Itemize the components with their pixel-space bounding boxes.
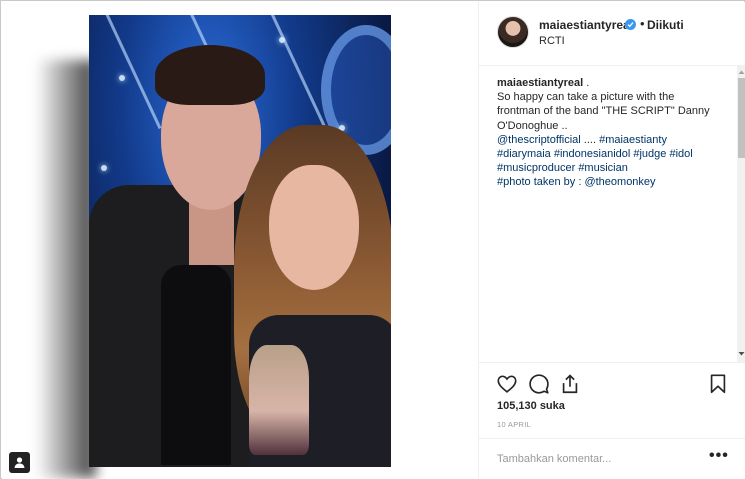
- stage-dot: [279, 37, 285, 43]
- likes-count[interactable]: 105,130 suka: [497, 400, 565, 412]
- caption-username[interactable]: maiaestiantyreal: [497, 77, 583, 89]
- post-dialog: maiaestiantyreal • Diikuti RCTI maiaesti…: [0, 0, 745, 479]
- person-woman-face: [269, 165, 359, 290]
- comment-input[interactable]: [497, 451, 687, 467]
- caption-credit-prefix[interactable]: #photo taken by :: [497, 176, 584, 188]
- post-caption: maiaestiantyreal . So happy can take a p…: [497, 76, 727, 190]
- caption-text: So happy can take a picture with the: [497, 91, 675, 104]
- stage-light: [99, 15, 162, 130]
- comment-icon[interactable]: [528, 373, 550, 395]
- comments-scrollbar[interactable]: [737, 66, 745, 362]
- verified-badge-icon: [625, 19, 636, 30]
- post-date[interactable]: 10 APRIL: [497, 420, 531, 429]
- heart-icon[interactable]: [496, 373, 518, 395]
- caption-first-line: maiaestiantyreal .: [497, 76, 727, 90]
- follow-separator: •: [640, 16, 645, 31]
- photo-area: [2, 2, 478, 479]
- stage-dot: [119, 75, 125, 81]
- hashtag-link[interactable]: #maiaestianty: [599, 134, 667, 146]
- post-header: maiaestiantyreal • Diikuti RCTI: [479, 2, 745, 66]
- caption-mentions-line: @thescriptofficial .... #maiaestianty: [497, 133, 727, 147]
- caption-text: .: [583, 77, 590, 89]
- post-photo[interactable]: [89, 15, 391, 467]
- follow-button[interactable]: Diikuti: [647, 18, 684, 32]
- person-man-hair: [155, 45, 265, 105]
- hashtag-line[interactable]: #musicproducer #musician: [497, 161, 727, 175]
- avatar[interactable]: [497, 16, 529, 48]
- caption-text: O'Donoghue ..: [497, 119, 568, 132]
- caption-text: frontman of the band "THE SCRIPT" Danny: [497, 105, 710, 118]
- hashtag-line[interactable]: #diarymaia #indonesianidol #judge #idol: [497, 147, 727, 161]
- comment-box: •••: [479, 438, 745, 479]
- post-side-panel: maiaestiantyreal • Diikuti RCTI maiaesti…: [478, 2, 745, 479]
- scroll-down-arrow-icon[interactable]: [737, 350, 745, 358]
- caption-credit-line: #photo taken by : @theomonkey: [497, 175, 727, 189]
- location-link[interactable]: RCTI: [539, 35, 565, 47]
- person-man-shirt: [161, 265, 231, 465]
- action-bar: [479, 362, 745, 398]
- mention-link[interactable]: @theomonkey: [584, 176, 655, 188]
- author-username[interactable]: maiaestiantyreal: [539, 18, 633, 32]
- more-options-icon[interactable]: •••: [709, 447, 729, 465]
- user-tag-icon[interactable]: [9, 452, 30, 473]
- bookmark-icon[interactable]: [707, 373, 729, 395]
- scroll-up-arrow-icon[interactable]: [737, 68, 745, 76]
- stage-dot: [101, 165, 107, 171]
- scrollbar-thumb[interactable]: [738, 78, 745, 158]
- person-woman-dress-print: [249, 345, 309, 455]
- photo-shadow: [36, 60, 96, 478]
- share-icon[interactable]: [559, 373, 581, 395]
- mention-link[interactable]: @thescriptofficial: [497, 134, 581, 146]
- caption-text: ....: [580, 133, 600, 146]
